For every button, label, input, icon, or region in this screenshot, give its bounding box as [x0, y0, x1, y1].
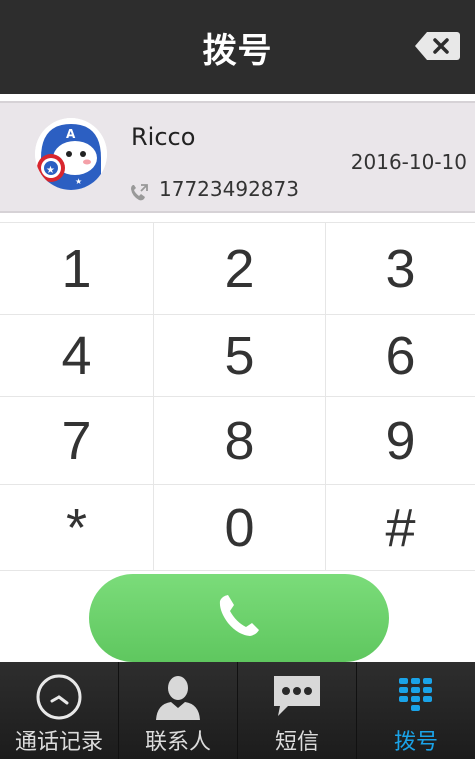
tab-label: 联系人	[144, 730, 211, 755]
key-5[interactable]: 5	[154, 315, 326, 396]
svg-text:★: ★	[75, 177, 82, 186]
dialpad-icon	[391, 672, 441, 722]
tab-dialer[interactable]: 拨号	[357, 662, 475, 759]
call-button[interactable]	[89, 574, 389, 662]
phone-icon	[214, 591, 264, 645]
key-0[interactable]: 0	[154, 485, 326, 570]
key-4[interactable]: 4	[0, 315, 154, 396]
contact-number: 17723492873	[159, 177, 299, 201]
page-title: 拨号	[202, 30, 273, 71]
bottom-tab-bar: 通话记录 联系人 短信 拨号	[0, 662, 475, 759]
avatar: A ★ ★	[35, 118, 107, 190]
message-icon	[272, 672, 322, 722]
key-8[interactable]: 8	[154, 397, 326, 484]
contact-suggestion[interactable]: A ★ ★ Ricco 2016-10-10 17723492873	[0, 101, 475, 213]
key-3[interactable]: 3	[326, 223, 475, 314]
dial-keypad: 1 2 3 4 5 6 7 8 9 * 0 #	[0, 222, 475, 571]
keypad-row: 4 5 6	[0, 315, 475, 397]
call-date: 2016-10-10	[350, 150, 467, 174]
key-1[interactable]: 1	[0, 223, 154, 314]
keypad-row: 1 2 3	[0, 223, 475, 315]
tab-label: 通话记录	[14, 730, 103, 755]
tab-call-log[interactable]: 通话记录	[0, 662, 119, 759]
phone-call-icon	[129, 183, 149, 203]
top-bar: 拨号	[0, 0, 475, 94]
keypad-row: * 0 #	[0, 485, 475, 571]
key-hash[interactable]: #	[326, 485, 475, 570]
tab-messages[interactable]: 短信	[238, 662, 357, 759]
tab-label: 拨号	[393, 730, 438, 755]
keypad-row: 7 8 9	[0, 397, 475, 485]
key-star[interactable]: *	[0, 485, 154, 570]
key-6[interactable]: 6	[326, 315, 475, 396]
tab-contacts[interactable]: 联系人	[119, 662, 238, 759]
backspace-icon[interactable]	[413, 30, 461, 62]
clock-icon	[34, 672, 84, 722]
key-2[interactable]: 2	[154, 223, 326, 314]
contact-name: Ricco	[131, 123, 196, 151]
key-9[interactable]: 9	[326, 397, 475, 484]
key-7[interactable]: 7	[0, 397, 154, 484]
tab-label: 短信	[274, 730, 319, 755]
svg-text:★: ★	[46, 165, 55, 176]
svg-text:A: A	[66, 127, 76, 141]
person-icon	[153, 672, 203, 722]
